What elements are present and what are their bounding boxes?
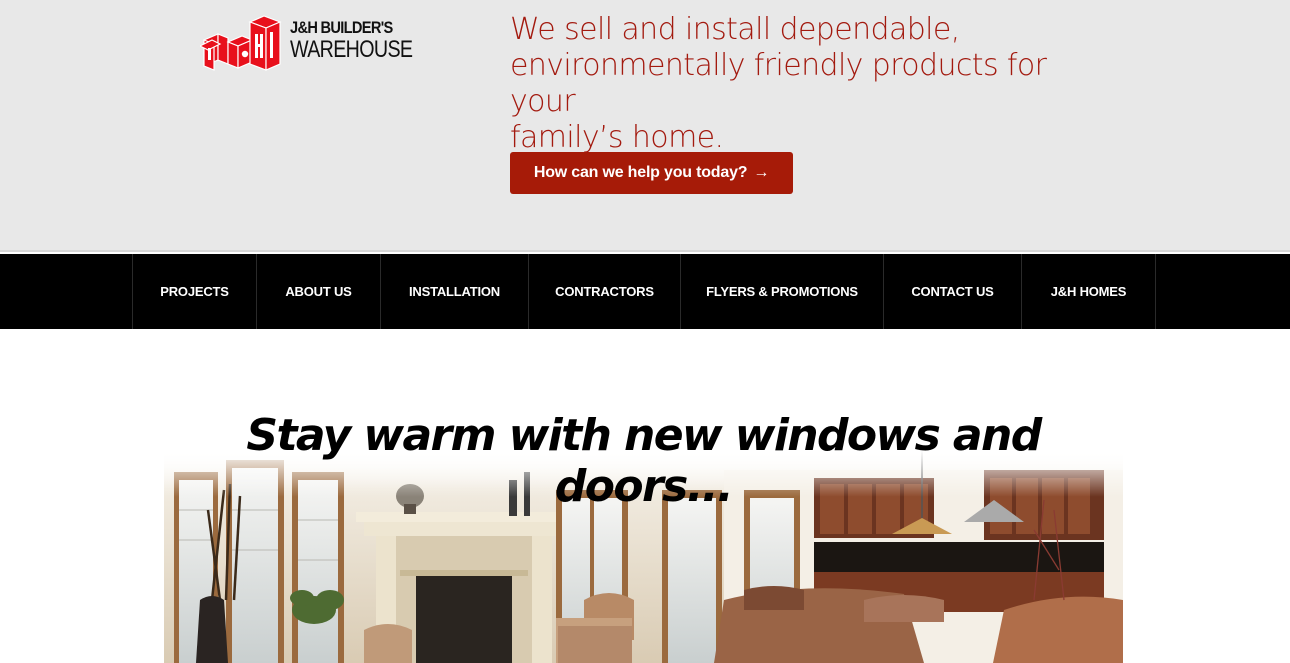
logo-wordmark: J&H BUILDER'S WAREHOUSE — [290, 18, 430, 62]
tagline-line2: environmentally friendly products for yo… — [510, 48, 1047, 119]
nav-item-contractors[interactable]: CONTRACTORS — [529, 254, 681, 329]
nav-item-about-us[interactable]: ABOUT US — [257, 254, 381, 329]
nav-item-contact-us[interactable]: CONTACT US — [884, 254, 1022, 329]
hero-title: Stay warm with new windows and doors... — [246, 410, 1042, 512]
site-header: J&H BUILDER'S WAREHOUSE We sell and inst… — [0, 0, 1290, 252]
help-cta-button[interactable]: How can we help you today? → — [510, 152, 793, 194]
header-tagline: We sell and install dependable, environm… — [510, 12, 1090, 156]
logo-line2: WAREHOUSE — [290, 36, 413, 63]
logo-line1: J&H BUILDER'S — [290, 18, 393, 37]
nav-item-flyers-promotions[interactable]: FLYERS & PROMOTIONS — [681, 254, 884, 329]
nav-item-installation[interactable]: INSTALLATION — [381, 254, 529, 329]
tagline-line1: We sell and install dependable, — [510, 12, 960, 47]
main-nav: PROJECTS ABOUT US INSTALLATION CONTRACTO… — [0, 254, 1290, 329]
logo-monogram-icon — [200, 15, 282, 71]
nav-item-jh-homes[interactable]: J&H HOMES — [1022, 254, 1156, 329]
nav-item-projects[interactable]: PROJECTS — [133, 254, 257, 329]
site-logo[interactable]: J&H BUILDER'S WAREHOUSE — [200, 10, 430, 74]
cta-label: How can we help you today? — [533, 164, 748, 181]
arrow-right-icon: → — [753, 164, 770, 181]
nav-list: PROJECTS ABOUT US INSTALLATION CONTRACTO… — [132, 254, 1156, 329]
tagline-line3: family’s home. — [510, 120, 724, 155]
